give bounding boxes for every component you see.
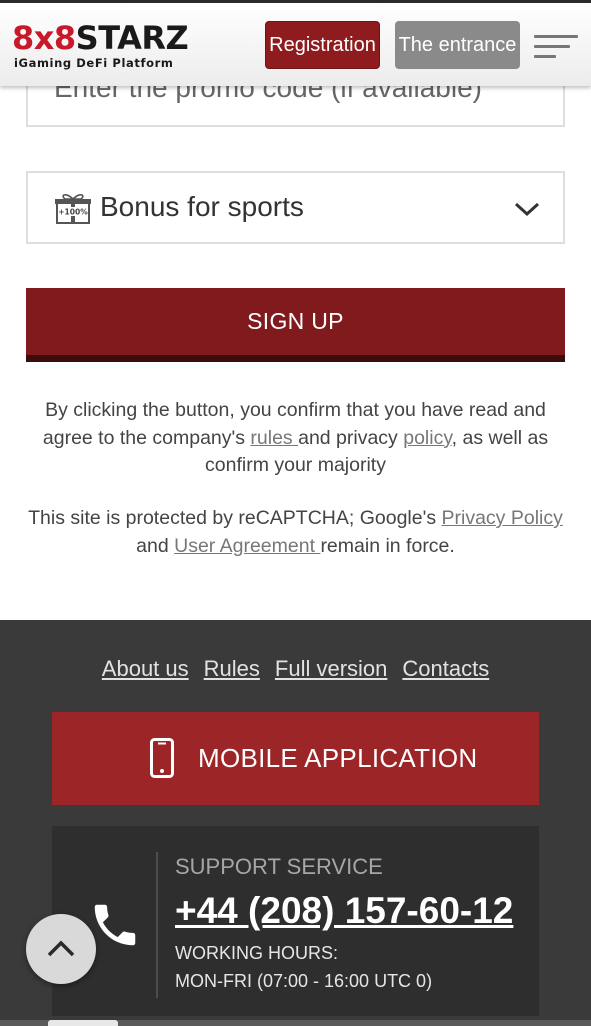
bonus-select-label: Bonus for sports <box>100 191 304 222</box>
consent-text-part2: and privacy <box>298 426 404 449</box>
hamburger-menu-icon[interactable] <box>534 35 580 63</box>
logo-tagline: iGaming DeFi Platform <box>14 56 174 70</box>
phone-handset-icon <box>94 904 136 946</box>
recaptcha-notice: This site is protected by reCAPTCHA; Goo… <box>20 505 571 560</box>
rules-link[interactable]: rules <box>250 427 298 449</box>
consent-text: By clicking the button, you confirm that… <box>20 397 571 480</box>
user-agreement-link[interactable]: User Agreement <box>174 535 320 557</box>
smartphone-icon <box>150 738 174 778</box>
chevron-up-icon <box>47 940 75 957</box>
support-phone-link[interactable]: +44 (208) 157-60-12 <box>175 890 513 932</box>
entrance-button[interactable]: The entrance <box>395 21 520 69</box>
footer-link-contacts[interactable]: Contacts <box>402 656 489 682</box>
logo[interactable]: 8x8STARZ iGaming DeFi Platform <box>12 19 189 70</box>
mobile-application-button[interactable]: MOBILE APPLICATION <box>52 712 539 805</box>
page: +100% Bonus for sports SIGN UP By clicki… <box>0 0 591 1026</box>
bonus-select[interactable]: +100% Bonus for sports <box>26 171 565 244</box>
logo-wordmark: 8x8STARZ <box>12 19 189 57</box>
privacy-policy-link[interactable]: policy <box>403 427 451 449</box>
footer-link-rules[interactable]: Rules <box>204 656 260 682</box>
footer-link-full-version[interactable]: Full version <box>275 656 387 682</box>
working-hours-value: MON-FRI (07:00 - 16:00 UTC 0) <box>175 971 433 991</box>
footer-link-about-us[interactable]: About us <box>102 656 189 682</box>
google-privacy-policy-link[interactable]: Privacy Policy <box>442 507 563 529</box>
top-header: 8x8STARZ iGaming DeFi Platform Registrat… <box>0 0 591 86</box>
chevron-down-icon <box>514 202 540 217</box>
recaptcha-text-part1: This site is protected by reCAPTCHA; Goo… <box>28 507 442 529</box>
sign-up-button[interactable]: SIGN UP <box>26 288 565 362</box>
mobile-application-label: MOBILE APPLICATION <box>198 743 478 773</box>
support-divider <box>156 852 158 998</box>
registration-button[interactable]: Registration <box>265 21 380 69</box>
scroll-to-top-button[interactable] <box>26 914 96 984</box>
gift-icon-text: +100% <box>58 208 88 217</box>
bottom-bar <box>0 1020 591 1026</box>
gift-bonus-icon: +100% <box>55 194 91 224</box>
recaptcha-text-part3: remain in force. <box>320 534 455 557</box>
footer-links: About us Rules Full version Contacts <box>0 656 591 682</box>
recaptcha-text-part2: and <box>136 534 175 557</box>
working-hours-label: WORKING HOURS: <box>175 943 339 963</box>
registration-form-area: +100% Bonus for sports SIGN UP By clicki… <box>0 0 591 620</box>
support-service-card: SUPPORT SERVICE +44 (208) 157-60-12 WORK… <box>52 826 539 1016</box>
support-service-title: SUPPORT SERVICE <box>175 854 383 879</box>
